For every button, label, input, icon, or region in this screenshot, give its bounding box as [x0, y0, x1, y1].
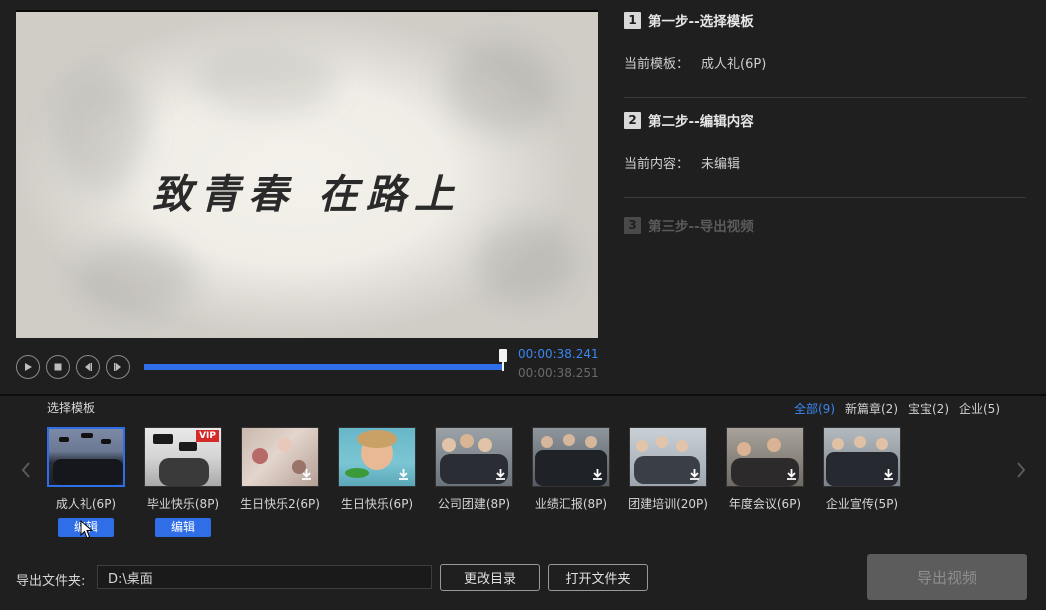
template-card[interactable]: 生日快乐(6P) [338, 427, 416, 512]
filter-enterprise[interactable]: 企业(5) [959, 400, 1000, 417]
download-icon [301, 468, 311, 480]
step1-number: 1 [624, 11, 641, 29]
stop-button[interactable] [46, 355, 70, 379]
current-content-value: 未编辑 [701, 157, 741, 172]
current-template-value: 成人礼(6P) [701, 57, 767, 72]
template-thumbnail[interactable] [823, 427, 901, 487]
step3-label: 第三步--导出视频 [648, 219, 754, 235]
download-icon [883, 468, 893, 480]
template-thumbnail[interactable] [726, 427, 804, 487]
template-thumbnail[interactable] [241, 427, 319, 487]
filter-baby[interactable]: 宝宝(2) [908, 400, 949, 417]
download-icon [689, 468, 699, 480]
progress-handle[interactable] [499, 349, 507, 371]
template-card[interactable]: 生日快乐2(6P) [240, 427, 320, 512]
next-frame-button[interactable] [106, 355, 130, 379]
play-button[interactable] [16, 355, 40, 379]
filter-all[interactable]: 全部(9) [794, 400, 835, 417]
template-card[interactable]: 企业宣传(5P) [823, 427, 901, 512]
download-icon [495, 468, 505, 480]
current-time: 00:00:38.241 [518, 347, 599, 361]
video-preview: 致青春 在路上 [16, 10, 598, 338]
step1-label: 第一步--选择模板 [648, 14, 754, 30]
total-time: 00:00:38.251 [518, 366, 599, 380]
progress-bar[interactable] [144, 364, 502, 370]
open-folder-button[interactable]: 打开文件夹 [548, 564, 648, 591]
scroll-right-button[interactable] [1014, 460, 1028, 480]
prev-frame-icon [85, 363, 92, 371]
scroll-left-button[interactable] [19, 460, 33, 480]
template-thumbnail[interactable]: VIP [144, 427, 222, 487]
step2-title: 2 第二步--编辑内容 [624, 110, 754, 130]
step1-info: 当前模板： 成人礼(6P) [624, 53, 766, 72]
template-thumbnail[interactable] [338, 427, 416, 487]
template-card[interactable]: 公司团建(8P) [435, 427, 513, 512]
chevron-right-icon [1017, 462, 1026, 478]
next-frame-icon [114, 363, 121, 371]
current-template-label: 当前模板： [624, 57, 690, 72]
export-folder-input[interactable] [97, 565, 432, 589]
mouse-cursor-icon [80, 520, 94, 539]
chevron-left-icon [21, 462, 30, 478]
download-button[interactable] [782, 465, 800, 483]
template-thumbnail[interactable] [532, 427, 610, 487]
download-button[interactable] [879, 465, 897, 483]
prev-frame-button[interactable] [76, 355, 100, 379]
template-filters: 全部(9) 新篇章(2) 宝宝(2) 企业(5) [794, 400, 1000, 417]
section-divider [0, 394, 1046, 396]
template-card[interactable]: 团建培训(20P) [628, 427, 708, 512]
step1-title: 1 第一步--选择模板 [624, 10, 754, 30]
template-thumbnail[interactable] [47, 427, 125, 487]
template-name: 企业宣传(5P) [825, 497, 899, 511]
stop-icon [54, 363, 62, 371]
filter-new-chapter[interactable]: 新篇章(2) [845, 400, 898, 417]
preview-title-text: 致青春 在路上 [152, 171, 462, 218]
step2-info: 当前内容： 未编辑 [624, 153, 740, 172]
template-card[interactable]: 年度会议(6P) [726, 427, 804, 512]
download-icon [592, 468, 602, 480]
download-button[interactable] [685, 465, 703, 483]
step2-label: 第二步--编辑内容 [648, 114, 754, 130]
download-button[interactable] [491, 465, 509, 483]
step2-number: 2 [624, 111, 641, 129]
step3-title: 3 第三步--导出视频 [624, 215, 754, 235]
vip-badge: VIP [196, 430, 219, 442]
download-button[interactable] [394, 465, 412, 483]
play-icon [25, 363, 32, 371]
export-video-button[interactable]: 导出视频 [867, 554, 1027, 600]
step3-number: 3 [624, 216, 641, 234]
template-section-label: 选择模板 [47, 401, 96, 415]
export-folder-label: 导出文件夹: [16, 574, 86, 589]
step-divider [624, 97, 1026, 98]
template-thumbnail[interactable] [435, 427, 513, 487]
change-directory-button[interactable]: 更改目录 [440, 564, 540, 591]
download-button[interactable] [297, 465, 315, 483]
template-card[interactable]: 业绩汇报(8P) [532, 427, 610, 512]
edit-button[interactable]: 编辑 [155, 518, 211, 537]
template-thumbnail[interactable] [629, 427, 707, 487]
download-icon [398, 468, 408, 480]
template-card[interactable]: VIP 毕业快乐(8P) 编辑 [144, 427, 222, 537]
step-divider [624, 197, 1026, 198]
download-button[interactable] [588, 465, 606, 483]
current-content-label: 当前内容： [624, 157, 690, 172]
download-icon [786, 468, 796, 480]
